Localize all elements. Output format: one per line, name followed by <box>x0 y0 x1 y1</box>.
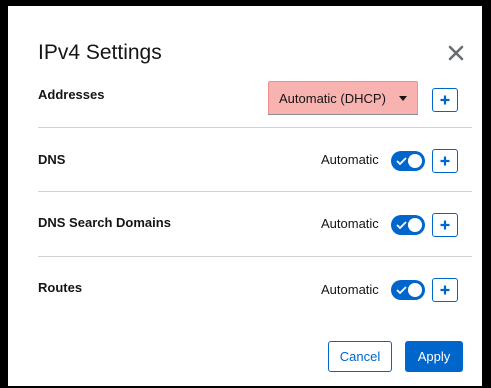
dialog-title: IPv4 Settings <box>38 41 162 64</box>
close-button[interactable] <box>446 43 466 63</box>
caret-down-icon <box>399 95 407 101</box>
addresses-method-value: Automatic (DHCP) <box>279 90 386 106</box>
dns-label: DNS <box>38 152 66 167</box>
toggle-knob <box>408 154 422 168</box>
dns-toggle-label: Automatic <box>321 152 379 167</box>
routes-label: Routes <box>38 280 83 295</box>
add-route-button[interactable] <box>432 278 458 302</box>
divider <box>38 191 472 192</box>
check-icon <box>396 286 407 295</box>
apply-button[interactable]: Apply <box>405 341 463 372</box>
add-dns-search-button[interactable] <box>432 213 458 237</box>
check-icon <box>396 221 407 230</box>
divider <box>38 127 472 128</box>
addresses-label: Addresses <box>38 87 105 102</box>
dns-search-automatic-toggle[interactable] <box>391 215 425 235</box>
toggle-knob <box>408 283 422 297</box>
divider <box>38 256 472 257</box>
toggle-knob <box>408 218 422 232</box>
routes-toggle-label: Automatic <box>321 282 379 297</box>
select-underline <box>268 114 418 115</box>
plus-icon <box>440 95 450 105</box>
plus-icon <box>440 220 450 230</box>
ipv4-settings-dialog: IPv4 Settings Addresses Automatic (DHCP)… <box>8 6 482 386</box>
add-address-button[interactable] <box>432 88 458 112</box>
routes-automatic-toggle[interactable] <box>391 280 425 300</box>
plus-icon <box>440 156 450 166</box>
add-dns-button[interactable] <box>432 149 458 173</box>
cancel-button[interactable]: Cancel <box>328 341 392 372</box>
close-icon <box>448 45 464 61</box>
addresses-method-select[interactable]: Automatic (DHCP) <box>268 81 418 115</box>
plus-icon <box>440 285 450 295</box>
dns-search-toggle-label: Automatic <box>321 216 379 231</box>
check-icon <box>396 157 407 166</box>
dns-search-label: DNS Search Domains <box>38 215 171 230</box>
dns-automatic-toggle[interactable] <box>391 151 425 171</box>
